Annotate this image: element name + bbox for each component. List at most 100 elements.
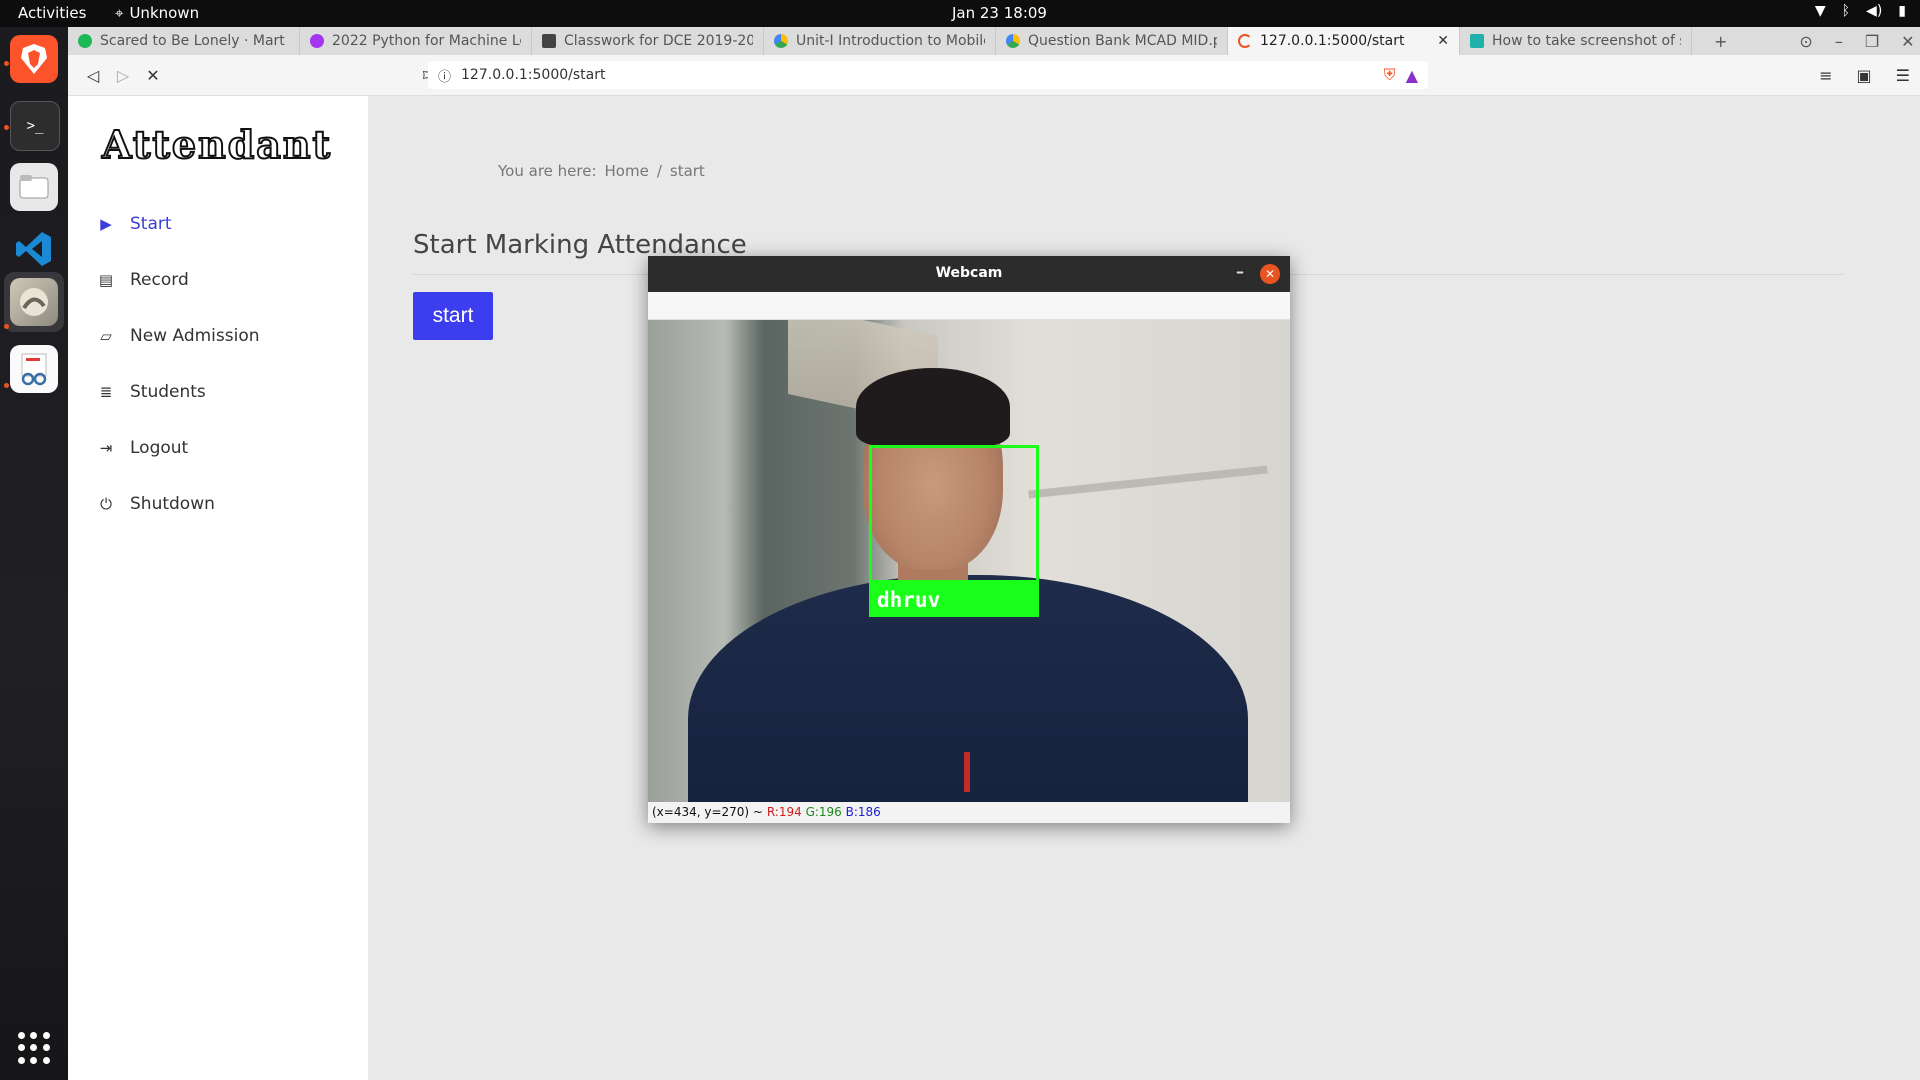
shirt-tag <box>964 752 970 792</box>
face-detection-box <box>869 445 1039 583</box>
browser-toolbar: ◁ ▷ ✕ ⌑ ⓘ 127.0.0.1:5000/start ⛨ ▲ ≡ ▣ ☰ <box>68 55 1920 96</box>
person-hair <box>856 368 1010 446</box>
system-top-bar: Activities ⌖ Unknown Jan 23 18:09 ▼ ᛒ ◀)… <box>0 0 1920 27</box>
new-tab-button[interactable]: + <box>1714 32 1727 51</box>
start-button[interactable]: start <box>413 292 493 340</box>
address-bar[interactable]: ⓘ 127.0.0.1:5000/start ⛨ ▲ <box>428 61 1428 89</box>
running-indicator <box>4 383 9 388</box>
brave-browser-icon[interactable] <box>10 35 58 83</box>
brave-rewards-icon[interactable]: ▲ <box>1406 66 1418 85</box>
python-app-icon[interactable] <box>10 278 58 326</box>
forward-icon[interactable]: ▷ <box>108 66 138 85</box>
tab-label: Question Bank MCAD MID.p <box>1028 33 1217 49</box>
sidebar-item-label: Students <box>130 382 206 402</box>
system-tray[interactable]: ▼ ᛒ ◀) ▮ <box>1815 3 1906 19</box>
tab-label: 2022 Python for Machine Lea <box>332 33 521 49</box>
dock: >_ <box>0 27 68 1080</box>
brave-shields-icon[interactable]: ⛨ <box>1384 65 1396 85</box>
terminal-icon[interactable]: >_ <box>10 101 60 151</box>
volume-icon: ◀) <box>1866 3 1883 19</box>
back-icon[interactable]: ◁ <box>78 66 108 85</box>
loading-spinner-icon <box>1238 34 1252 48</box>
sidebar-item-shutdown[interactable]: ⏻ Shutdown <box>98 476 260 532</box>
browser-tab[interactable]: Scared to Be Lonely · Mart <box>68 27 300 55</box>
show-applications-icon[interactable] <box>18 1032 50 1064</box>
restore-window-icon[interactable]: ❐ <box>1865 32 1879 51</box>
network-status[interactable]: ⌖ Unknown <box>115 4 199 22</box>
browser-tab-active[interactable]: 127.0.0.1:5000/start ✕ <box>1228 27 1460 55</box>
document-viewer-icon[interactable] <box>10 345 58 393</box>
url-text[interactable]: 127.0.0.1:5000/start <box>461 67 605 83</box>
browser-tab-bar: Scared to Be Lonely · Mart 2022 Python f… <box>68 27 1920 55</box>
webcam-status-bar: (x=434, y=270) ~ R:194 G:196 B:186 <box>648 802 1290 823</box>
stop-loading-icon[interactable]: ✕ <box>138 66 168 85</box>
browser-tab[interactable]: How to take screenshot of s <box>1460 27 1692 55</box>
database-icon: ≣ <box>99 383 113 401</box>
reading-list-icon[interactable]: ≡ <box>1819 66 1832 85</box>
clock[interactable]: Jan 23 18:09 <box>952 4 1047 22</box>
sidebar-item-label: Logout <box>130 438 189 458</box>
webcam-titlebar[interactable]: Webcam – ✕ <box>648 256 1290 292</box>
close-icon[interactable]: ✕ <box>1260 264 1280 284</box>
sidebar-item-logout[interactable]: ⇥ Logout <box>98 420 260 476</box>
webcam-toolbar <box>648 292 1290 320</box>
running-indicator <box>4 324 9 329</box>
sidebar-item-label: Record <box>130 270 189 290</box>
wifi-icon: ▼ <box>1814 3 1826 19</box>
folder-open-icon: ▱ <box>100 327 112 345</box>
sidebar-item-start[interactable]: ▶ Start <box>98 196 260 252</box>
webcam-title: Webcam <box>935 265 1003 281</box>
files-icon[interactable] <box>10 163 58 211</box>
pixel-red-value: R:194 <box>766 805 802 819</box>
battery-icon: ▮ <box>1898 3 1906 19</box>
sidebar-item-label: Shutdown <box>130 494 215 514</box>
play-icon: ▶ <box>100 215 112 233</box>
tab-favicon-icon <box>542 34 556 48</box>
breadcrumb-separator: / <box>656 162 662 180</box>
face-name-label: dhruv <box>869 583 1039 617</box>
browser-tab[interactable]: Unit-I Introduction to Mobile <box>764 27 996 55</box>
sidebar-item-label: New Admission <box>130 326 260 346</box>
tab-favicon-icon <box>774 34 788 48</box>
sidebar-menu: ▶ Start ▤ Record ▱ New Admission ≣ Stude… <box>98 196 260 532</box>
close-window-icon[interactable]: ✕ <box>1901 32 1914 51</box>
tab-label: How to take screenshot of s <box>1492 33 1681 49</box>
tab-favicon-icon <box>1006 34 1020 48</box>
background-stand <box>1028 465 1268 499</box>
tab-label: Unit-I Introduction to Mobile <box>796 33 985 49</box>
power-icon: ⏻ <box>100 495 112 513</box>
sidebar-item-record[interactable]: ▤ Record <box>98 252 260 308</box>
activities-button[interactable]: Activities <box>18 4 86 22</box>
book-icon: ▤ <box>98 271 114 289</box>
minimize-icon[interactable]: – <box>1236 262 1244 281</box>
tab-favicon-icon <box>1470 34 1484 48</box>
pixel-green-value: G:196 <box>805 805 842 819</box>
menu-icon[interactable]: ☰ <box>1896 66 1910 85</box>
browser-tab[interactable]: 2022 Python for Machine Lea <box>300 27 532 55</box>
sidebar: Attendant ▶ Start ▤ Record ▱ New Admissi… <box>68 96 368 1080</box>
wallet-icon[interactable]: ▣ <box>1857 66 1872 85</box>
breadcrumb-home-link[interactable]: Home <box>605 162 649 180</box>
site-info-icon[interactable]: ⓘ <box>438 66 451 85</box>
tab-favicon-icon <box>78 34 92 48</box>
app-logo[interactable]: Attendant <box>101 121 332 168</box>
webcam-window[interactable]: Webcam – ✕ dhruv (x=434, y=270) ~ R:194 … <box>648 256 1290 823</box>
browser-tab[interactable]: Question Bank MCAD MID.p <box>996 27 1228 55</box>
webcam-video-frame[interactable]: dhruv <box>648 320 1290 802</box>
sidebar-item-label: Start <box>130 214 172 234</box>
tab-label: Classwork for DCE 2019-2022 <box>564 33 753 49</box>
tab-search-icon[interactable]: ⊙ <box>1799 32 1812 51</box>
browser-tab[interactable]: Classwork for DCE 2019-2022 <box>532 27 764 55</box>
network-icon: ⌖ <box>115 4 124 22</box>
minimize-window-icon[interactable]: – <box>1835 32 1843 51</box>
vscode-icon[interactable] <box>10 225 58 273</box>
breadcrumb: You are here: Home / start <box>498 162 705 180</box>
sidebar-item-new-admission[interactable]: ▱ New Admission <box>98 308 260 364</box>
network-label: Unknown <box>129 4 200 22</box>
close-tab-icon[interactable]: ✕ <box>1437 33 1449 49</box>
sidebar-item-students[interactable]: ≣ Students <box>98 364 260 420</box>
cursor-coords: (x=434, y=270) ~ <box>652 805 763 819</box>
running-indicator <box>4 125 9 130</box>
pixel-blue-value: B:186 <box>845 805 881 819</box>
breadcrumb-prefix: You are here: <box>498 162 597 180</box>
